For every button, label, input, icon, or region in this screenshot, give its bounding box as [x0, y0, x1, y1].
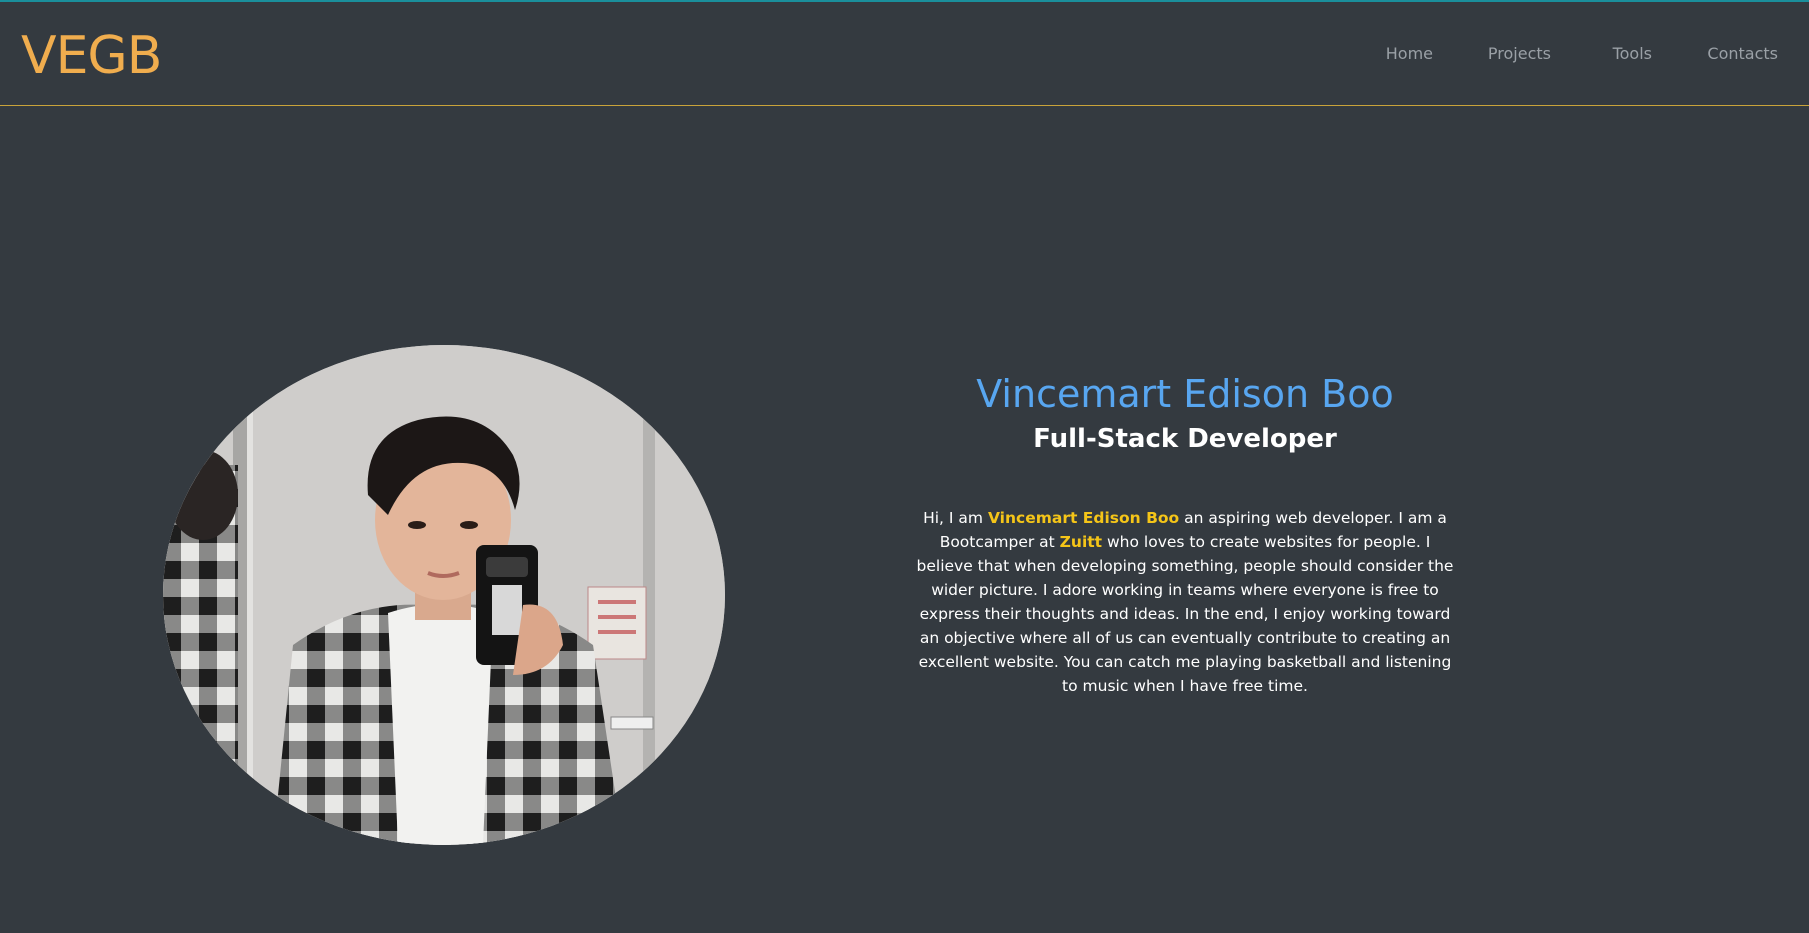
profile-photo-illustration	[163, 345, 725, 845]
nav-projects-link[interactable]: Projects	[1488, 44, 1551, 64]
brand-logo[interactable]: VEGB	[21, 26, 162, 86]
intro-section: Vincemart Edison Boo Full-Stack Develope…	[910, 370, 1460, 698]
nav-tools-link[interactable]: Tools	[1613, 44, 1652, 64]
nav-contacts-link[interactable]: Contacts	[1707, 44, 1778, 64]
site-header: VEGB Home Projects Tools Contacts	[0, 2, 1809, 106]
hero-name: Vincemart Edison Boo	[976, 372, 1394, 416]
profile-photo	[163, 345, 725, 845]
bio-name-highlight: Vincemart Edison Boo	[987, 509, 1180, 527]
bio-paragraph: Hi, I am Vincemart Edison Boo an aspirin…	[910, 506, 1460, 698]
bio-text-rest: who loves to create websites for people.…	[916, 533, 1454, 695]
hero-role: Full-Stack Developer	[1033, 424, 1337, 454]
bio-text-intro: Hi, I am	[923, 509, 988, 527]
nav-home-link[interactable]: Home	[1386, 44, 1433, 64]
bio-org-highlight: Zuitt	[1059, 533, 1103, 551]
